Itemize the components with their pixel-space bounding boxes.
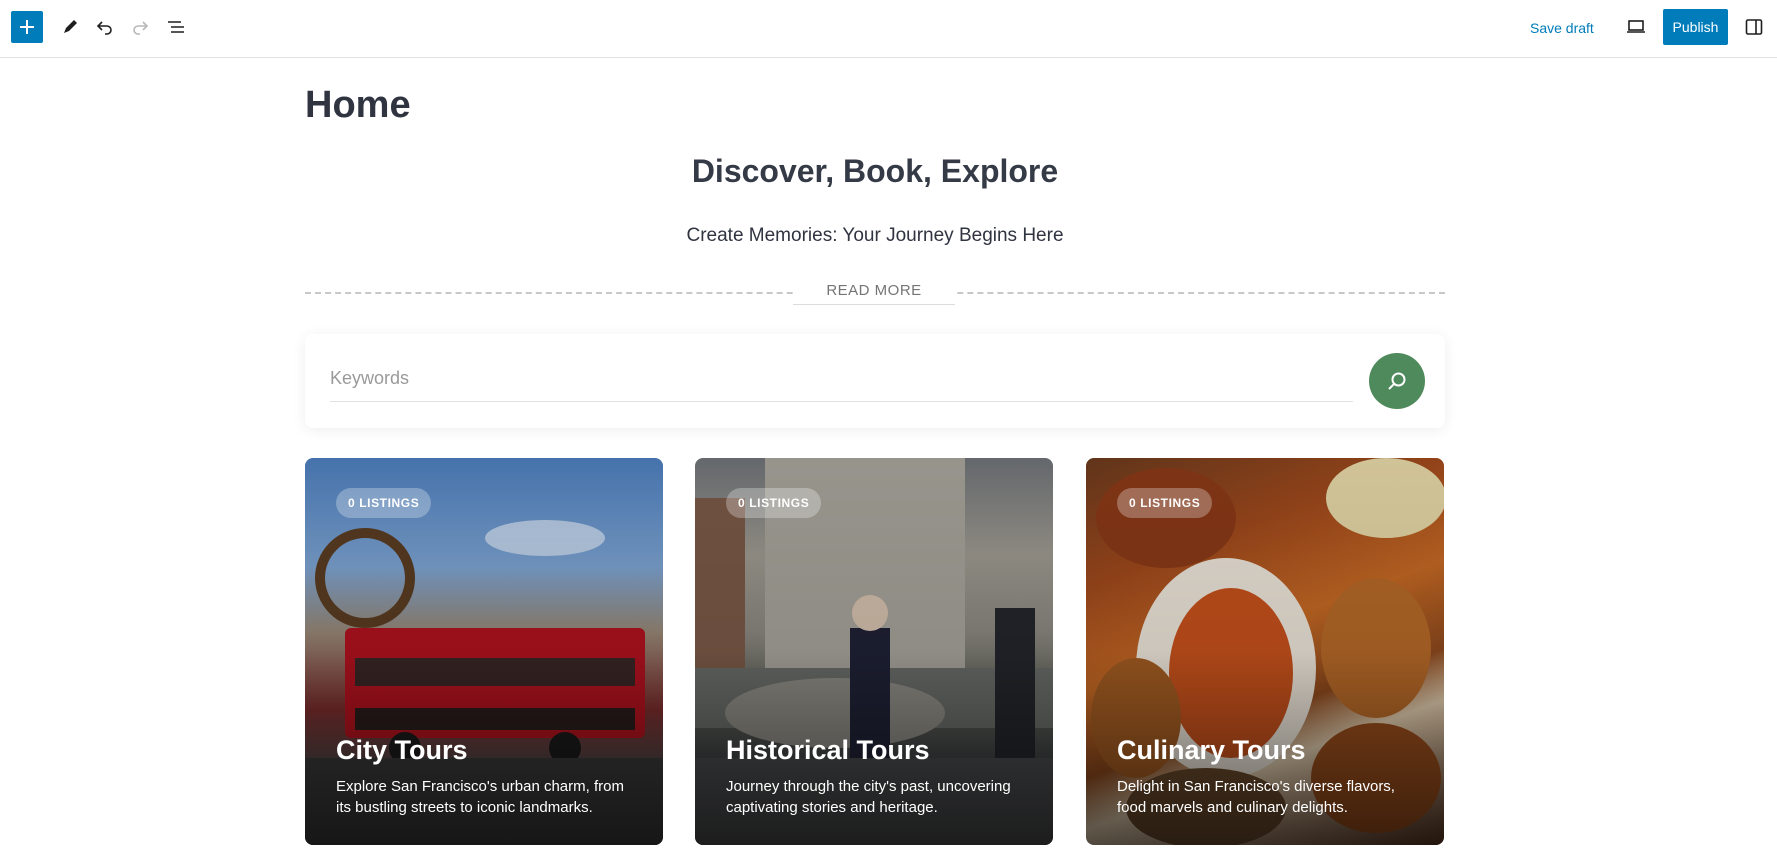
undo-icon [96, 21, 112, 35]
search-icon [1388, 372, 1406, 390]
redo-button[interactable] [124, 11, 156, 43]
hero-subheading[interactable]: Create Memories: Your Journey Begins Her… [305, 225, 1445, 247]
read-more-block[interactable]: READ MORE [793, 281, 955, 305]
settings-button[interactable] [1738, 11, 1770, 43]
editor-toolbar: Save draft Publish [0, 0, 1777, 58]
card-title: Culinary Tours [1117, 735, 1306, 765]
keywords-input[interactable] [330, 356, 1353, 402]
category-card-city-tours[interactable]: 0 LISTINGS City Tours Explore San Franci… [305, 458, 663, 845]
sidebar-icon [1745, 19, 1763, 35]
save-draft-button[interactable]: Save draft [1530, 17, 1594, 39]
listings-badge: 0 LISTINGS [726, 488, 822, 518]
card-title: Historical Tours [726, 735, 930, 765]
post-title[interactable]: Home [305, 84, 411, 127]
card-description: Journey through the city's past, uncover… [726, 778, 1011, 816]
plus-icon [20, 20, 34, 34]
add-block-button[interactable] [11, 11, 43, 43]
card-description: Delight in San Francisco's diverse flavo… [1117, 778, 1395, 816]
card-description: Explore San Francisco's urban charm, fro… [336, 778, 624, 816]
listings-badge: 0 LISTINGS [1117, 488, 1213, 518]
tools-button[interactable] [54, 11, 86, 43]
pencil-icon [64, 20, 77, 33]
preview-button[interactable] [1620, 11, 1652, 43]
category-card-culinary-tours[interactable]: 0 LISTINGS Culinary Tours Delight in San… [1086, 458, 1444, 845]
search-button[interactable] [1369, 353, 1425, 409]
category-card-historical-tours[interactable]: 0 LISTINGS Historical Tours Journey thro… [695, 458, 1053, 845]
laptop-icon [1627, 20, 1645, 33]
hero-heading[interactable]: Discover, Book, Explore [305, 153, 1445, 190]
list-view-icon [168, 21, 184, 33]
redo-icon [133, 21, 149, 35]
list-view-button[interactable] [160, 11, 192, 43]
card-title: City Tours [336, 735, 468, 765]
search-form [305, 334, 1445, 428]
undo-button[interactable] [89, 11, 121, 43]
publish-button[interactable]: Publish [1663, 9, 1728, 45]
listings-badge: 0 LISTINGS [336, 488, 432, 518]
